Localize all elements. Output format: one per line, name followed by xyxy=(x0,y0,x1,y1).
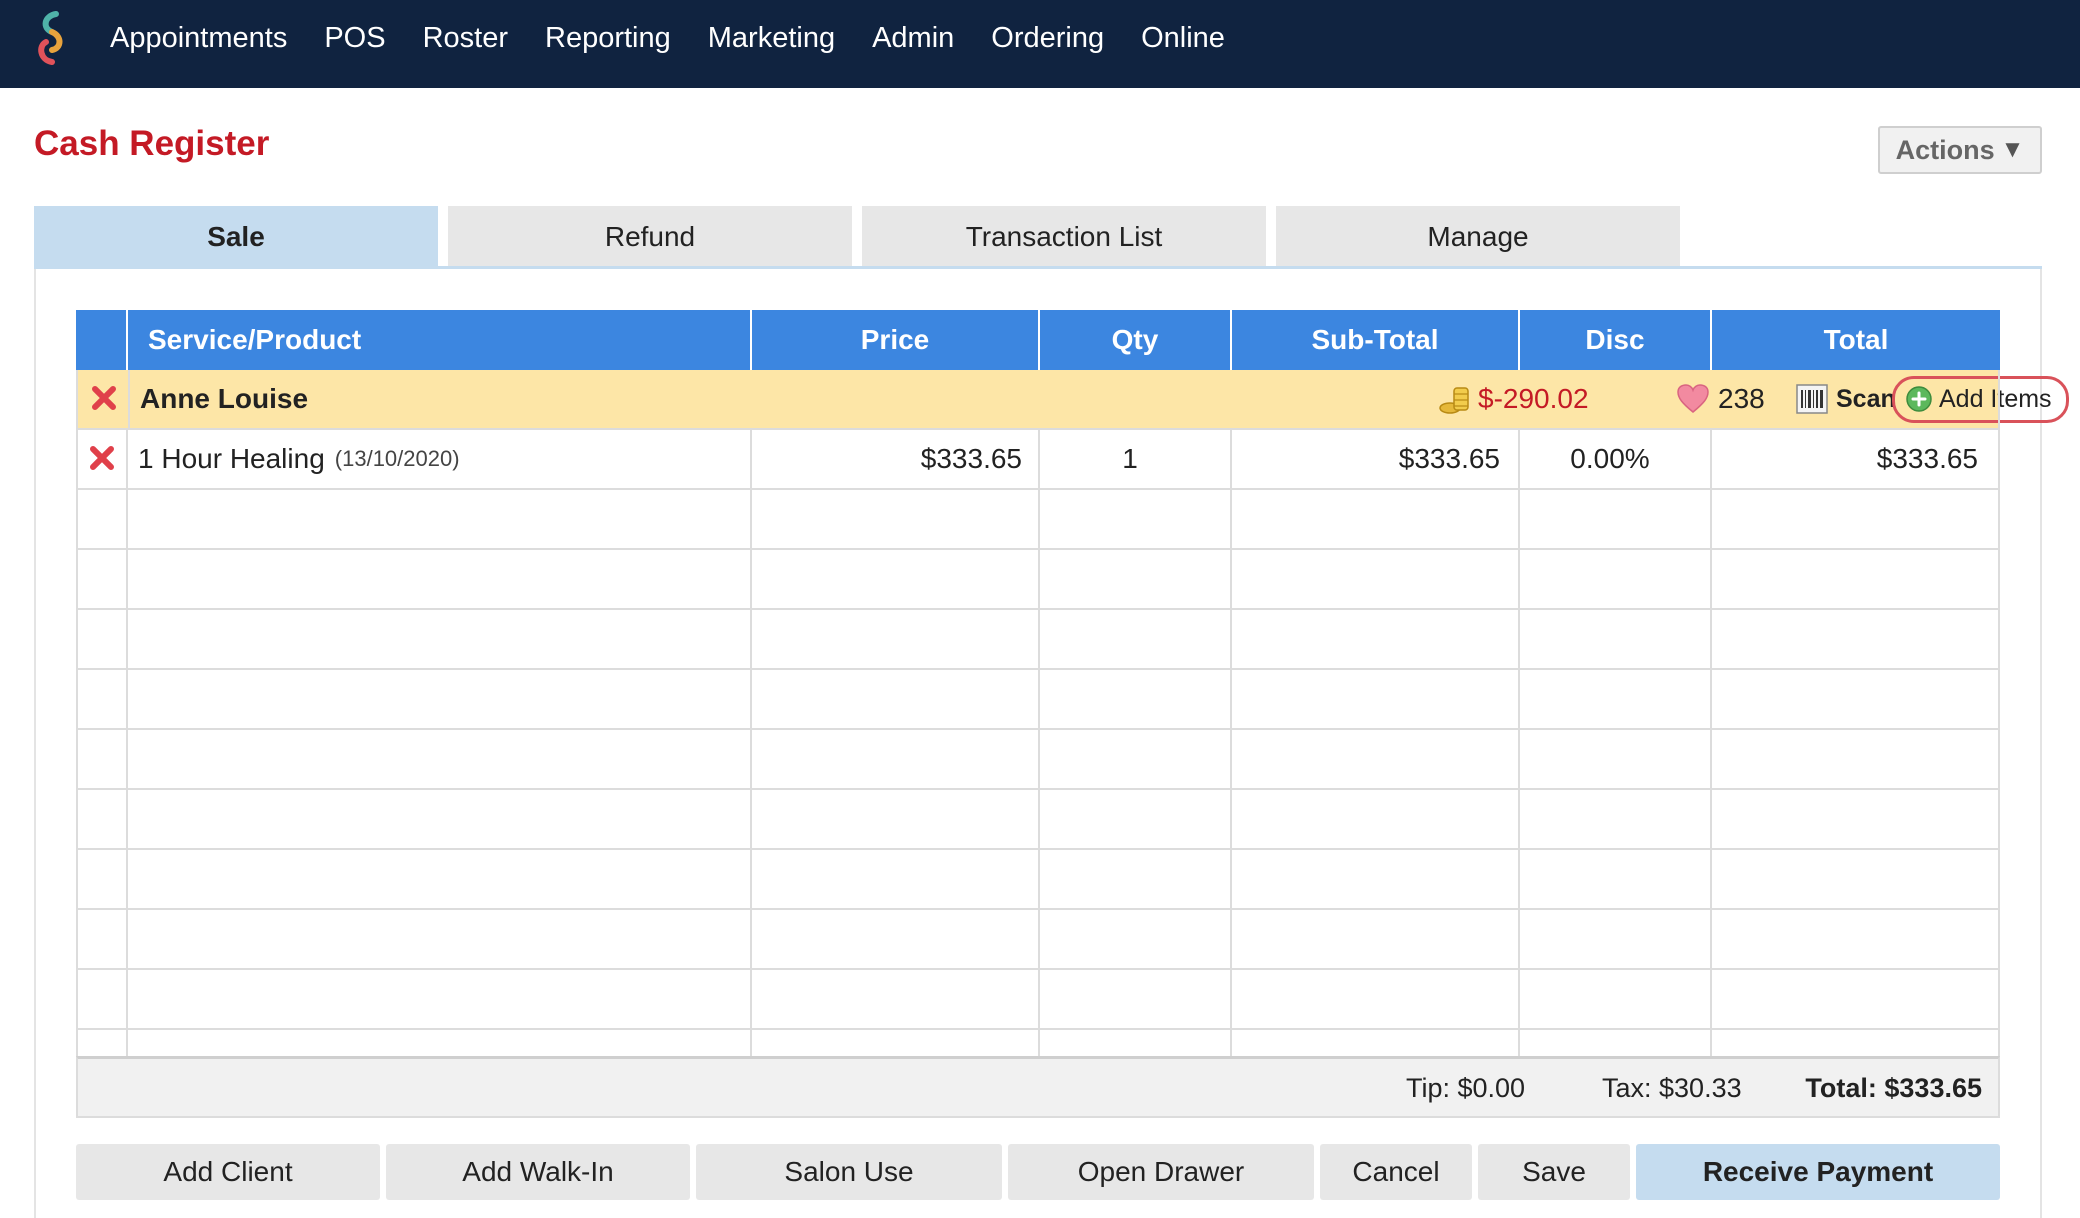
grand-total: Total: $333.65 xyxy=(1805,1072,1982,1103)
open-drawer-button[interactable]: Open Drawer xyxy=(1008,1144,1314,1200)
add-items-label: Add Items xyxy=(1939,384,2052,413)
cancel-button[interactable]: Cancel xyxy=(1320,1144,1472,1200)
salon-use-button[interactable]: Salon Use xyxy=(696,1144,1002,1200)
nav-admin[interactable]: Admin xyxy=(872,22,954,55)
heart-icon xyxy=(1677,384,1709,413)
add-client-button[interactable]: Add Client xyxy=(76,1144,380,1200)
remove-client-icon[interactable] xyxy=(90,384,118,412)
item-qty[interactable]: 1 xyxy=(1040,430,1220,488)
client-row: Anne Louise $-290.02 238 Scan Add Items xyxy=(76,370,2069,430)
add-walk-in-button[interactable]: Add Walk-In xyxy=(386,1144,690,1200)
add-items-button[interactable]: Add Items xyxy=(1892,375,2069,423)
nav-reporting[interactable]: Reporting xyxy=(545,22,671,55)
nav-online[interactable]: Online xyxy=(1141,22,1225,55)
tab-refund[interactable]: Refund xyxy=(448,206,852,268)
nav-ordering[interactable]: Ordering xyxy=(991,22,1104,55)
nav-marketing[interactable]: Marketing xyxy=(708,22,835,55)
tab-transaction-list[interactable]: Transaction List xyxy=(862,206,1266,268)
nav-roster[interactable]: Roster xyxy=(423,22,508,55)
column-divider xyxy=(1998,370,2000,1056)
item-total: $333.65 xyxy=(1876,443,1978,474)
barcode-icon xyxy=(1796,384,1828,414)
add-items-cell: Add Items xyxy=(1892,370,2069,428)
remove-item-icon[interactable] xyxy=(88,444,116,472)
main-nav: Appointments POS Roster Reporting Market… xyxy=(110,0,1262,76)
receive-payment-button[interactable]: Receive Payment xyxy=(1636,1144,2000,1200)
app-logo-icon[interactable] xyxy=(26,6,82,70)
column-divider xyxy=(1710,430,1712,1056)
item-name-cell[interactable]: 1 Hour Healing (13/10/2020) xyxy=(138,430,460,488)
coins-icon xyxy=(1439,387,1469,414)
actions-label: Actions xyxy=(1895,134,1995,165)
header-service-product: Service/Product xyxy=(128,310,752,370)
client-loyalty-points[interactable]: 238 xyxy=(1676,370,1765,428)
tab-manage[interactable]: Manage xyxy=(1276,206,1680,268)
client-points-value: 238 xyxy=(1718,383,1765,414)
header-disc: Disc xyxy=(1520,310,1712,370)
column-divider xyxy=(76,370,78,1056)
item-price[interactable]: $333.65 xyxy=(752,430,1022,488)
column-divider xyxy=(750,430,752,1056)
column-divider xyxy=(1038,430,1040,1056)
save-button[interactable]: Save xyxy=(1478,1144,1630,1200)
item-subtotal: $333.65 xyxy=(1398,443,1500,474)
header-total: Total xyxy=(1823,324,1889,355)
column-divider xyxy=(1518,430,1520,1056)
item-date: (13/10/2020) xyxy=(334,446,460,471)
client-balance[interactable]: $-290.02 xyxy=(1438,370,1589,428)
scan-label: Scan xyxy=(1836,384,1896,413)
client-balance-value: $-290.02 xyxy=(1478,383,1589,414)
plus-circle-icon xyxy=(1906,386,1932,412)
tax-total: Tax: $30.33 xyxy=(1602,1072,1742,1103)
triangle-down-icon: ▼ xyxy=(2000,136,2025,163)
nav-appointments[interactable]: Appointments xyxy=(110,22,287,55)
client-row-divider xyxy=(128,370,130,428)
totals-bar: Tip: $0.00 Tax: $30.33 Total: $333.65 xyxy=(76,1056,2000,1118)
column-divider xyxy=(1230,430,1232,1056)
scan-button[interactable]: Scan xyxy=(1796,370,1896,428)
client-name[interactable]: Anne Louise xyxy=(140,370,308,428)
item-disc[interactable]: 0.00% xyxy=(1520,430,1700,488)
header-price: Price xyxy=(752,310,1040,370)
header-delete-col xyxy=(76,310,128,370)
column-divider xyxy=(126,430,128,1056)
header-subtotal: Sub-Total xyxy=(1232,310,1520,370)
tip-total[interactable]: Tip: $0.00 xyxy=(1406,1059,1525,1117)
nav-pos[interactable]: POS xyxy=(324,22,385,55)
table-header: Service/Product Price Qty Sub-Total Disc… xyxy=(76,310,2000,370)
actions-dropdown-button[interactable]: Actions ▼ xyxy=(1878,126,2042,174)
header-qty: Qty xyxy=(1040,310,1232,370)
item-name: 1 Hour Healing xyxy=(138,443,325,474)
page-title: Cash Register xyxy=(34,124,270,163)
tab-sale[interactable]: Sale xyxy=(34,206,438,268)
top-navigation-bar: Appointments POS Roster Reporting Market… xyxy=(0,0,2080,88)
